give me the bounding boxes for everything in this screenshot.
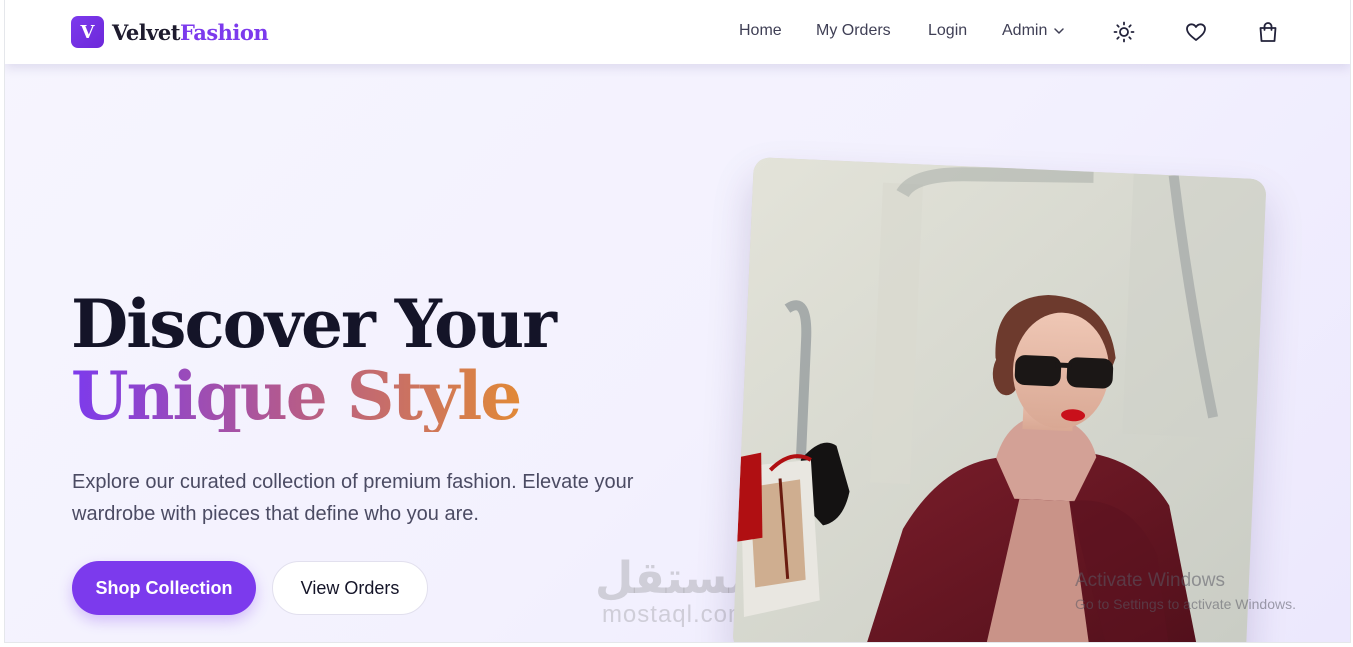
brand-mark: V [71, 16, 104, 48]
nav-admin-label: Admin [1002, 22, 1048, 39]
brand-name: VelvetFashion [112, 19, 269, 45]
nav-admin-dropdown[interactable]: Admin [1002, 22, 1065, 40]
shop-collection-button[interactable]: Shop Collection [72, 561, 256, 615]
theme-sun-icon[interactable] [1112, 20, 1136, 44]
windows-activation-title: Activate Windows [1075, 570, 1225, 591]
cart-bag-icon[interactable] [1256, 20, 1280, 44]
nav-my-orders-link[interactable]: My Orders [816, 22, 891, 40]
windows-activation-subtitle: Go to Settings to activate Windows. [1075, 596, 1296, 612]
mostaql-watermark-arabic: مستقل [595, 553, 756, 604]
hero-title-line2: Unique Style [71, 360, 555, 432]
nav-login-link[interactable]: Login [928, 22, 967, 40]
view-orders-button[interactable]: View Orders [272, 561, 428, 615]
brand-name-part2: Fashion [179, 19, 269, 45]
windows-activation-notice: Activate Windows Go to Settings to activ… [1075, 570, 1296, 614]
site-header: V VelvetFashion Home My Orders Login Adm… [5, 0, 1350, 64]
landing-page: V VelvetFashion Home My Orders Login Adm… [4, 0, 1351, 643]
mostaql-watermark: مستقل mostaql.com [595, 555, 756, 627]
hero-description: Explore our curated collection of premiu… [72, 471, 634, 525]
brand-logo[interactable]: V VelvetFashion [71, 16, 269, 48]
brand-name-part1: Velvet [112, 19, 180, 45]
wishlist-heart-icon[interactable] [1184, 20, 1208, 44]
hero-title: Discover Your Unique Style [71, 285, 557, 432]
chevron-down-icon [1054, 28, 1065, 34]
hero-title-line1: Discover Your [71, 285, 557, 363]
nav-home-link[interactable]: Home [739, 22, 782, 40]
mostaql-watermark-latin: mostaql.com [601, 601, 749, 628]
